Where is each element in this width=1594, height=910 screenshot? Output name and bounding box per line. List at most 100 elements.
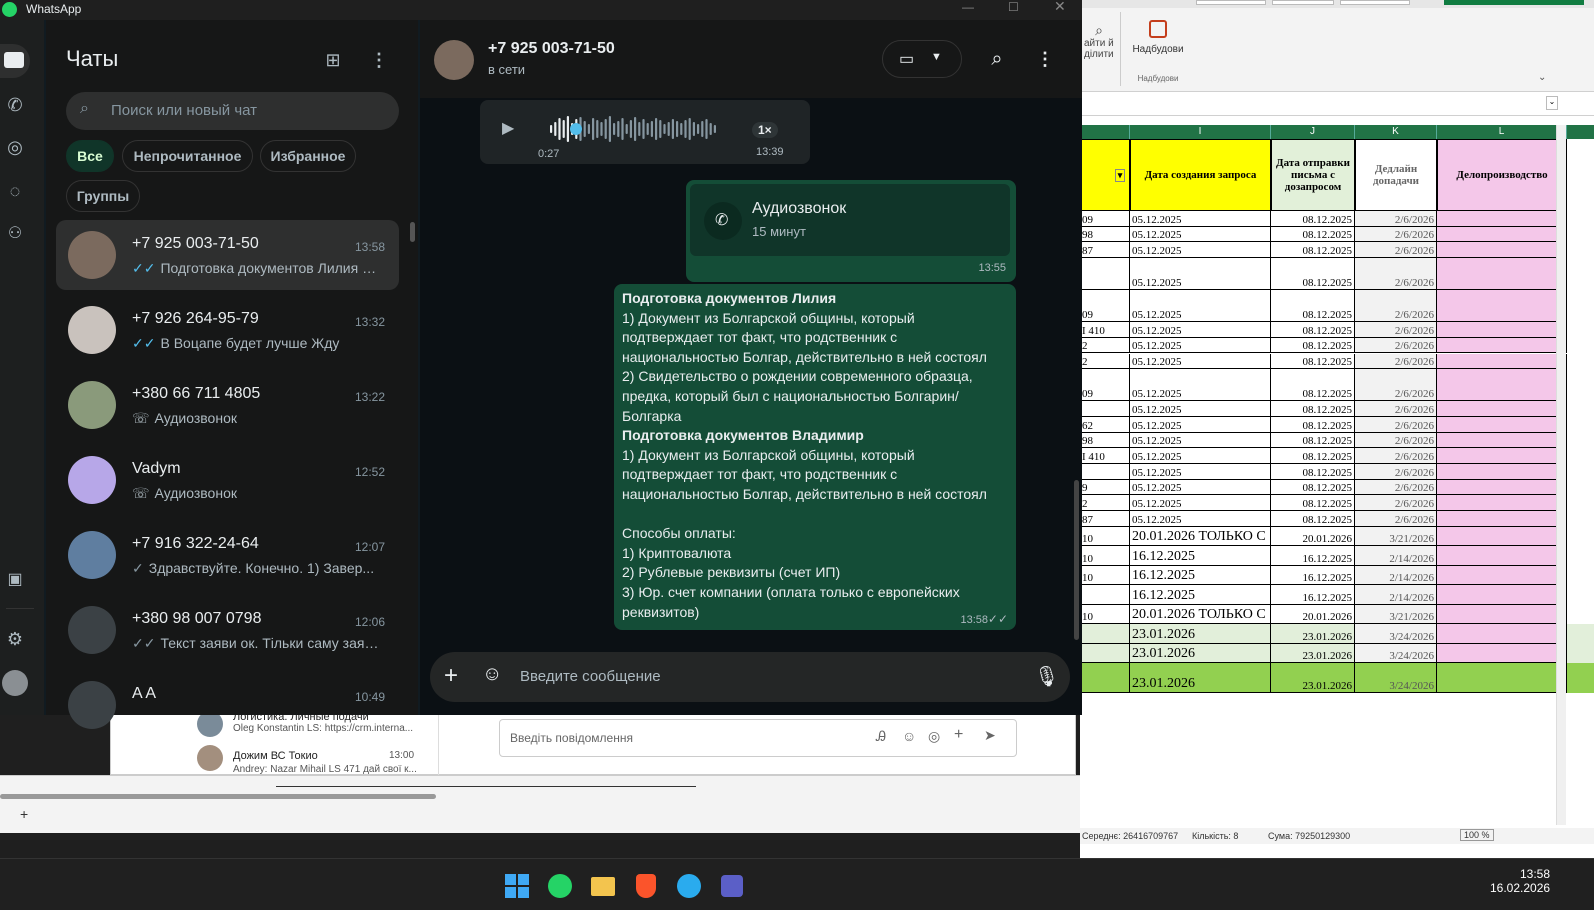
table-cell[interactable]: 20.01.2026: [1271, 526, 1355, 547]
table-cell[interactable]: [1437, 416, 1567, 433]
table-cell[interactable]: 08.12.2025: [1271, 511, 1355, 527]
table-cell[interactable]: [1437, 604, 1567, 625]
table-cell[interactable]: 2/6/2026: [1355, 290, 1437, 323]
menu-icon[interactable]: ⋮: [368, 48, 390, 72]
table-cell[interactable]: [1437, 585, 1567, 605]
table-cell[interactable]: 16.12.2025: [1130, 546, 1271, 566]
table-cell[interactable]: 23.01.2026: [1130, 624, 1271, 644]
table-cell[interactable]: 3/21/2026: [1355, 526, 1437, 547]
table-cell[interactable]: [1437, 643, 1567, 664]
table-cell[interactable]: 87: [1080, 511, 1130, 527]
channels-icon[interactable]: ◌: [2, 178, 28, 204]
maximize-icon[interactable]: ☐: [1008, 0, 1019, 14]
table-cell[interactable]: 05.12.2025: [1130, 495, 1271, 512]
table-cell[interactable]: 05.12.2025: [1130, 401, 1271, 417]
settings-icon[interactable]: ⚙: [2, 626, 28, 652]
table-cell[interactable]: 05.12.2025: [1130, 353, 1271, 370]
explorer-taskbar-button[interactable]: [586, 869, 620, 903]
play-icon[interactable]: ▶: [502, 118, 514, 138]
profile-avatar[interactable]: [2, 670, 28, 696]
table-cell[interactable]: 2/6/2026: [1355, 511, 1437, 527]
waveform[interactable]: [546, 114, 722, 144]
excel-field[interactable]: [1272, 0, 1334, 5]
table-cell[interactable]: 2/6/2026: [1355, 322, 1437, 338]
chat-list-scrollbar[interactable]: [410, 222, 415, 242]
col-header-i[interactable]: I: [1130, 125, 1271, 139]
table-cell[interactable]: 2/6/2026: [1355, 369, 1437, 402]
table-cell[interactable]: 09: [1080, 369, 1130, 402]
filter-icon[interactable]: ▾: [1114, 168, 1126, 182]
whatsapp-taskbar-button[interactable]: [543, 869, 577, 903]
filter-all[interactable]: Все: [66, 140, 114, 172]
table-cell[interactable]: [1080, 643, 1130, 664]
table-cell[interactable]: [1437, 369, 1567, 402]
table-cell[interactable]: I 410: [1080, 448, 1130, 464]
header-cell[interactable]: Дата создания запроса: [1130, 139, 1271, 211]
table-cell[interactable]: 2: [1080, 495, 1130, 512]
video-call-button[interactable]: ▭ ▼: [882, 40, 962, 78]
message-composer[interactable]: + ☺ Введите сообщение 🎙: [430, 652, 1070, 702]
header-cell[interactable]: ▾: [1080, 139, 1130, 211]
header-cell[interactable]: Дата отправки письма с дозапросом: [1271, 139, 1355, 211]
table-cell[interactable]: 2/6/2026: [1355, 337, 1437, 354]
sticker-icon[interactable]: ☺: [482, 663, 502, 686]
table-cell[interactable]: 20.01.2026 ТОЛЬКО С: [1130, 604, 1271, 625]
table-cell[interactable]: 09: [1080, 290, 1130, 323]
col-header-l[interactable]: L: [1437, 125, 1567, 139]
table-cell[interactable]: 05.12.2025: [1130, 211, 1271, 227]
table-cell[interactable]: [1437, 353, 1567, 370]
table-cell[interactable]: 08.12.2025: [1271, 416, 1355, 433]
table-cell[interactable]: 05.12.2025: [1130, 464, 1271, 480]
table-cell[interactable]: 05.12.2025: [1130, 322, 1271, 338]
table-cell[interactable]: 16.12.2025: [1271, 546, 1355, 566]
table-cell[interactable]: 3/24/2026: [1355, 624, 1437, 644]
table-cell[interactable]: 2/6/2026: [1355, 495, 1437, 512]
find-select-group[interactable]: ⌕ айти й ділити: [1084, 22, 1114, 61]
table-cell[interactable]: 23.01.2026: [1271, 643, 1355, 664]
table-cell[interactable]: [1437, 448, 1567, 464]
table-cell[interactable]: [1437, 258, 1567, 291]
filter-favorites[interactable]: Избранное: [260, 140, 356, 172]
table-cell[interactable]: 3/24/2026: [1355, 643, 1437, 664]
table-cell[interactable]: 09: [1080, 211, 1130, 227]
table-cell[interactable]: 2/6/2026: [1355, 258, 1437, 291]
table-cell[interactable]: 2/6/2026: [1355, 416, 1437, 433]
add-sheet-icon[interactable]: +: [20, 806, 28, 822]
chat-header[interactable]: +7 925 003-71-50 в сети ▭ ▼ ⌕ ⋮: [420, 20, 1082, 98]
close-icon[interactable]: ✕: [1054, 0, 1066, 15]
table-cell[interactable]: [1437, 624, 1567, 644]
table-cell[interactable]: [1080, 585, 1130, 605]
chat-item[interactable]: Vadym 12:52 ☏ Аудиозвонок: [56, 445, 399, 515]
communities-icon[interactable]: ⚇: [2, 220, 28, 246]
table-cell[interactable]: 2/6/2026: [1355, 432, 1437, 449]
table-cell[interactable]: 08.12.2025: [1271, 211, 1355, 227]
emoji-icon[interactable]: ☺: [902, 728, 916, 744]
chat-scrollbar[interactable]: [1074, 480, 1079, 640]
table-cell[interactable]: 87: [1080, 242, 1130, 259]
table-cell[interactable]: 16.12.2025: [1130, 565, 1271, 586]
table-cell[interactable]: 62: [1080, 416, 1130, 433]
table-cell[interactable]: 08.12.2025: [1271, 290, 1355, 323]
teams-taskbar-button[interactable]: [715, 869, 749, 903]
table-cell[interactable]: 05.12.2025: [1130, 369, 1271, 402]
table-cell[interactable]: 05.12.2025: [1130, 226, 1271, 243]
table-cell[interactable]: [1437, 322, 1567, 338]
table-cell[interactable]: 2/6/2026: [1355, 479, 1437, 496]
format-icon[interactable]: Ꭿ: [876, 728, 886, 745]
table-cell[interactable]: 2/6/2026: [1355, 448, 1437, 464]
chat-item[interactable]: +7 916 322-24-64 12:07 ✓ Здравствуйте. Коне…: [56, 520, 399, 590]
col-header-k[interactable]: K: [1355, 125, 1437, 139]
table-cell[interactable]: [1437, 337, 1567, 354]
table-cell[interactable]: 16.12.2025: [1271, 565, 1355, 586]
table-cell[interactable]: [1437, 546, 1567, 566]
filter-groups[interactable]: Группы: [66, 180, 140, 212]
table-cell[interactable]: [1437, 242, 1567, 259]
send-icon[interactable]: ➤: [984, 727, 996, 744]
excel-field[interactable]: [1196, 0, 1266, 5]
table-cell[interactable]: 2: [1080, 337, 1130, 354]
clock[interactable]: 13:58 16.02.2026: [1490, 867, 1550, 895]
brave-taskbar-button[interactable]: [629, 869, 663, 903]
table-cell[interactable]: [1080, 258, 1130, 291]
minimize-icon[interactable]: —: [962, 0, 974, 14]
attach-plus-icon[interactable]: +: [444, 662, 458, 690]
